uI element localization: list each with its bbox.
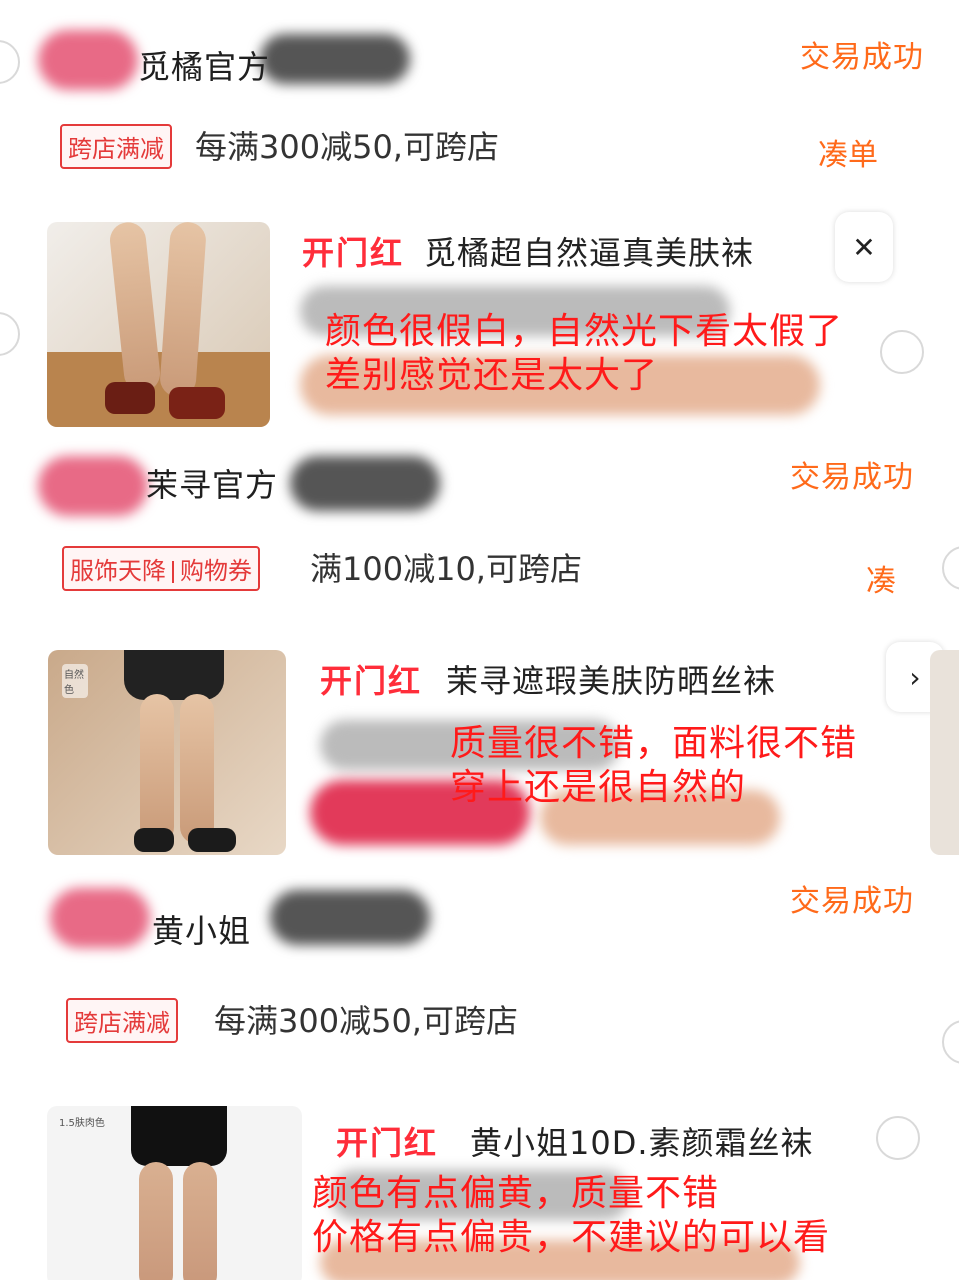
promo-text: 满100减10,可跨店 (310, 550, 582, 588)
redaction-smudge (260, 34, 410, 84)
promo-badge: 开门红 (320, 662, 423, 700)
skirt (124, 650, 224, 700)
shoe (169, 387, 225, 419)
scroll-edge-circle (0, 40, 20, 84)
redaction-smudge (270, 890, 430, 945)
next-card-preview (930, 650, 959, 855)
shop-name[interactable]: 茉寻官方 (146, 460, 278, 506)
promo-badge: 开门红 (336, 1124, 439, 1162)
product-thumbnail[interactable] (47, 222, 270, 427)
promo-tag-label: 服饰天降 (70, 557, 166, 585)
review-line: 颜色很假白，自然光下看太假了 (325, 311, 844, 352)
redaction-smudge (38, 30, 138, 90)
promo-tag: 跨店满减 (66, 998, 178, 1043)
review-line: 颜色有点偏黄，质量不错 (312, 1173, 720, 1214)
promo-badge: 开门红 (302, 234, 405, 272)
leg (139, 1162, 173, 1280)
product-thumbnail[interactable]: 1.5肤肉色 (47, 1106, 302, 1280)
redaction-smudge (38, 456, 148, 516)
review-line: 质量很不错，面料很不错 (450, 723, 858, 764)
scroll-edge-circle (0, 312, 20, 356)
thumbnail-label: 1.5肤肉色 (59, 1118, 105, 1129)
scroll-edge-circle (876, 1116, 920, 1160)
shop-name[interactable]: 黄小姐 (152, 906, 251, 952)
promo-tag: 跨店满减 (60, 124, 172, 169)
promo-tag-label: 跨店满减 (74, 1009, 170, 1037)
leg (140, 694, 174, 844)
order-card-1: 觅橘官方 交易成功 跨店满减 每满300减50,可跨店 凑单 开门红 觅橘超自然… (0, 0, 959, 430)
leg (183, 1162, 217, 1280)
shorts (131, 1106, 227, 1166)
review-text: 颜色有点偏黄，质量不错 价格有点偏贵，不建议的可以看 (312, 1172, 830, 1260)
order-status: 交易成功 (790, 884, 914, 919)
review-text: 质量很不错，面料很不错 穿上还是很自然的 (450, 722, 857, 810)
product-title[interactable]: 觅橘超自然逼真美肤袜 (424, 228, 754, 274)
shoe (134, 828, 174, 852)
promo-tag: 服饰天降 购物券 (62, 546, 260, 591)
promo-text: 每满300减50,可跨店 (214, 1002, 518, 1040)
product-title[interactable]: 茉寻遮瑕美肤防晒丝袜 (446, 656, 776, 702)
redaction-smudge (50, 888, 150, 948)
review-line: 穿上还是很自然的 (450, 767, 747, 808)
product-thumbnail[interactable]: 自然色 (48, 650, 286, 855)
redaction-smudge (290, 456, 440, 511)
shoe (105, 382, 155, 414)
order-card-2: 茉寻官方 交易成功 服饰天降 购物券 满100减10,可跨店 凑 自然色 开门红 … (0, 430, 959, 860)
thumbnail-label: 自然色 (62, 664, 88, 698)
review-text: 颜色很假白，自然光下看太假了 差别感觉还是太大了 (325, 310, 843, 398)
order-status: 交易成功 (790, 460, 914, 495)
product-title[interactable]: 黄小姐10D.素颜霜丝袜 (470, 1118, 814, 1164)
leg (180, 694, 214, 844)
review-line: 差别感觉还是太大了 (325, 355, 659, 396)
add-items-link[interactable]: 凑 (866, 556, 896, 600)
scroll-edge-circle (880, 330, 924, 374)
scroll-edge-circle (942, 546, 959, 590)
add-items-link[interactable]: 凑单 (818, 130, 878, 174)
order-card-3: 黄小姐 交易成功 跨店满减 每满300减50,可跨店 1.5肤肉色 开门红 黄小… (0, 860, 959, 1280)
promo-tag-label: 购物券 (180, 557, 252, 585)
close-icon[interactable]: ✕ (835, 212, 893, 282)
shop-name[interactable]: 觅橘官方 (138, 42, 270, 88)
review-line: 价格有点偏贵，不建议的可以看 (312, 1217, 831, 1258)
promo-tag-label: 跨店满减 (68, 135, 164, 163)
order-status: 交易成功 (800, 40, 924, 75)
tag-divider (172, 561, 174, 583)
promo-text: 每满300减50,可跨店 (195, 128, 499, 166)
shoe (188, 828, 236, 852)
scroll-edge-circle (942, 1020, 959, 1064)
